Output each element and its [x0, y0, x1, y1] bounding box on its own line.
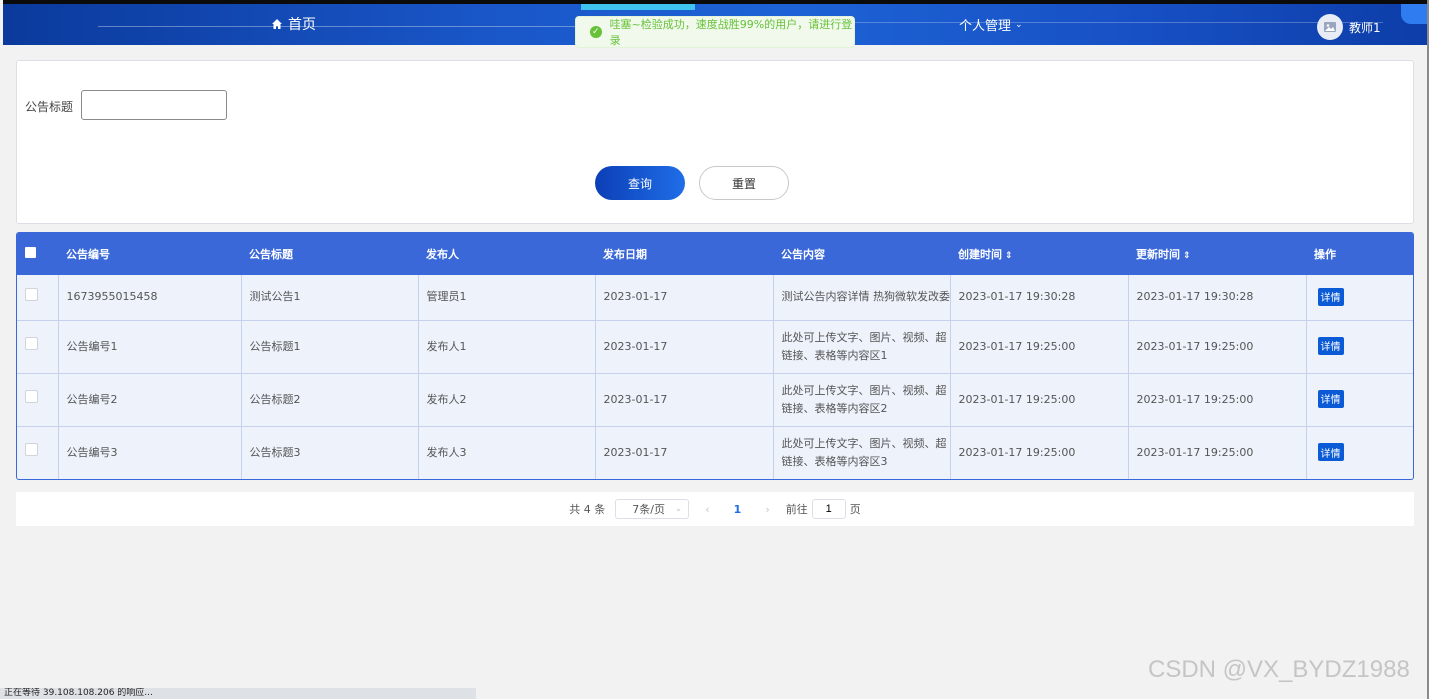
table-row: 公告编号1 公告标题1 发布人1 2023-01-17 此处可上传文字、图片、视… [17, 320, 1413, 374]
row-checkbox[interactable] [25, 390, 38, 403]
cell-publisher: 发布人2 [418, 373, 596, 427]
cell-title: 公告标题1 [241, 320, 419, 374]
select-all-cell[interactable] [17, 233, 58, 275]
cell-title: 公告标题3 [241, 426, 419, 479]
cell-id: 公告编号1 [58, 320, 242, 374]
page-size-value: 7条/页 [632, 503, 665, 516]
chevron-down-icon: ⌄ [674, 504, 683, 514]
column-header-sortable[interactable]: 创建时间 ⇕ [950, 233, 1128, 275]
cell-actions: 详情 [1306, 373, 1413, 427]
cell-content: 测试公告内容详情 热狗微软发改委 [773, 275, 951, 321]
column-header: 公告编号 [66, 248, 110, 261]
browser-status-bar: 正在等待 39.108.108.206 的响应... [0, 688, 476, 699]
watermark: CSDN @VX_BYDZ1988 [1148, 656, 1410, 683]
cell-created: 2023-01-17 19:25:00 [950, 373, 1129, 427]
chevron-down-icon: ⌄ [1015, 19, 1023, 30]
goto-prefix: 前往 [785, 503, 808, 516]
check-circle-icon: ✓ [590, 26, 602, 38]
cell-actions: 详情 [1306, 275, 1413, 321]
user-menu[interactable]: 教师1 [1317, 14, 1381, 40]
column-header: 操作 [1314, 248, 1336, 261]
cell-updated: 2023-01-17 19:25:00 [1128, 426, 1307, 479]
cell-actions: 详情 [1306, 320, 1413, 374]
cell-id: 1673955015458 [58, 275, 242, 321]
cell-publisher: 发布人3 [418, 426, 596, 479]
cell-title: 公告标题2 [241, 373, 419, 427]
table-row: 公告编号3 公告标题3 发布人3 2023-01-17 此处可上传文字、图片、视… [17, 426, 1413, 479]
goto-label: 前往 页 [786, 499, 861, 519]
next-page-icon[interactable]: › [759, 503, 775, 516]
column-header: 公告内容 [781, 248, 825, 261]
search-panel: 公告标题 查询 重置 [16, 60, 1414, 224]
cell-updated: 2023-01-17 19:30:28 [1128, 275, 1307, 321]
row-checkbox[interactable] [25, 443, 38, 457]
cell-content: 此处可上传文字、图片、视频、超链接、表格等内容区2 [773, 373, 951, 427]
row-select-cell[interactable] [17, 373, 59, 427]
avatar[interactable] [1317, 14, 1343, 40]
column-header: 发布人 [426, 248, 459, 261]
cell-content: 此处可上传文字、图片、视频、超链接、表格等内容区3 [773, 426, 951, 479]
column-header-label: 创建时间 [958, 248, 1002, 261]
cell-id: 公告编号3 [58, 426, 242, 479]
search-title-label: 公告标题 [25, 100, 74, 114]
table-row: 公告编号2 公告标题2 发布人2 2023-01-17 此处可上传文字、图片、视… [17, 373, 1413, 427]
page-size-select[interactable]: 7条/页 ⌄ [615, 499, 690, 519]
cell-actions: 详情 [1306, 426, 1413, 479]
query-button[interactable]: 查询 [595, 166, 685, 200]
select-all-checkbox[interactable] [25, 247, 36, 258]
reset-button[interactable]: 重置 [699, 166, 789, 200]
user-name: 教师1 [1349, 20, 1381, 35]
nav-home-label: 首页 [288, 17, 316, 33]
cell-created: 2023-01-17 19:30:28 [950, 275, 1129, 321]
table-header-row: 公告编号 公告标题 发布人 发布日期 公告内容 创建时间 ⇕ 更新时间 ⇕ 操作 [17, 233, 1413, 275]
nav-home-link[interactable]: 首页 [271, 14, 316, 34]
nav-active-indicator [581, 4, 695, 10]
cell-id: 公告编号2 [58, 373, 242, 427]
detail-button[interactable]: 详情 [1317, 443, 1344, 461]
home-icon [272, 19, 282, 29]
row-select-cell[interactable] [17, 320, 59, 374]
detail-button[interactable]: 详情 [1317, 389, 1344, 408]
cell-date: 2023-01-17 [595, 320, 774, 374]
cell-updated: 2023-01-17 19:25:00 [1128, 320, 1307, 374]
row-select-cell[interactable] [17, 275, 59, 321]
cell-date: 2023-01-17 [595, 373, 774, 427]
column-header-label: 更新时间 [1136, 248, 1180, 261]
cell-date: 2023-01-17 [595, 275, 774, 321]
goto-page-input[interactable] [811, 499, 846, 519]
table-row: 1673955015458 测试公告1 管理员1 2023-01-17 测试公告… [17, 275, 1413, 321]
cell-publisher: 发布人1 [418, 320, 596, 374]
search-title-input[interactable] [81, 90, 227, 120]
success-toast: ✓ 哇塞~检验成功，速度战胜99%的用户，请进行登录 [575, 16, 855, 48]
row-checkbox[interactable] [25, 337, 38, 350]
pagination-total: 共 4 条 [569, 503, 606, 516]
notice-table: 公告编号 公告标题 发布人 发布日期 公告内容 创建时间 ⇕ 更新时间 ⇕ 操作 1… [16, 232, 1414, 480]
cell-publisher: 管理员1 [418, 275, 596, 321]
nav-decoration-line [98, 26, 618, 27]
detail-button[interactable]: 详情 [1317, 336, 1344, 355]
nav-personal-label: 个人管理 [959, 19, 1012, 34]
nav-corner-decoration [1401, 4, 1427, 24]
goto-suffix: 页 [849, 503, 861, 516]
page-number-current[interactable]: 1 [726, 503, 750, 516]
column-header-sortable[interactable]: 更新时间 ⇕ [1128, 233, 1306, 275]
sort-icon[interactable]: ⇕ [1183, 251, 1191, 261]
detail-button[interactable]: 详情 [1317, 287, 1344, 306]
pagination: 共 4 条 7条/页 ⌄ ‹ 1 › 前往 页 [16, 492, 1414, 526]
sort-icon[interactable]: ⇕ [1005, 251, 1013, 261]
column-header: 公告标题 [249, 248, 293, 261]
nav-personal-menu[interactable]: 个人管理 ⌄ [959, 15, 1023, 34]
column-header: 发布日期 [603, 248, 647, 261]
row-select-cell[interactable] [17, 426, 59, 479]
cell-content: 此处可上传文字、图片、视频、超链接、表格等内容区1 [773, 320, 951, 374]
row-checkbox[interactable] [25, 287, 38, 301]
prev-page-icon[interactable]: ‹ [699, 503, 715, 516]
cell-created: 2023-01-17 19:25:00 [950, 426, 1129, 479]
cell-title: 测试公告1 [241, 275, 419, 321]
toast-message: 哇塞~检验成功，速度战胜99%的用户，请进行登录 [609, 18, 853, 47]
cell-created: 2023-01-17 19:25:00 [950, 320, 1129, 374]
cell-updated: 2023-01-17 19:25:00 [1128, 373, 1307, 427]
cell-date: 2023-01-17 [595, 426, 774, 479]
image-placeholder-icon [1324, 22, 1336, 32]
